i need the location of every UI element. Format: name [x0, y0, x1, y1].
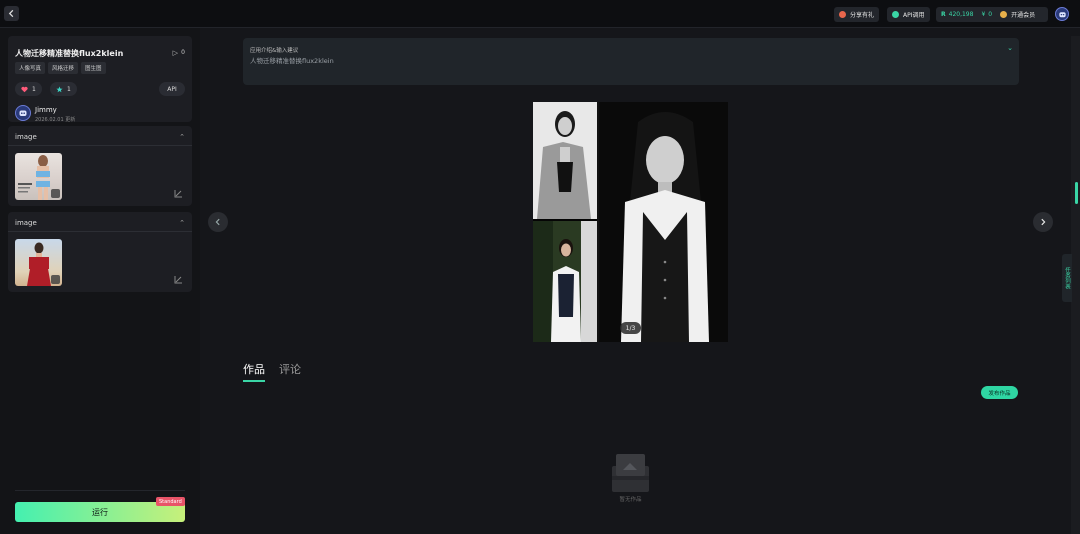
gift-icon	[839, 11, 846, 18]
task-list-tab[interactable]: 任务列表	[1062, 254, 1072, 302]
member-label: 开通会员	[1011, 12, 1036, 19]
tag-portrait[interactable]: 人像写真	[15, 62, 46, 74]
next-arrow-button[interactable]	[1033, 212, 1053, 232]
chevron-up-icon[interactable]: ⌃	[179, 219, 185, 227]
prev-arrow-button[interactable]	[208, 212, 228, 232]
yen-icon: ¥	[981, 11, 986, 18]
image-input-section-2: image ⌃	[8, 212, 192, 292]
tag-style-transfer[interactable]: 风格迁移	[48, 62, 79, 74]
content-tabs: 作品 评论	[243, 361, 301, 382]
scrollbar-track[interactable]	[1071, 36, 1080, 534]
share-button[interactable]: 分享有礼	[834, 7, 880, 22]
heart-icon	[21, 86, 28, 92]
publish-button[interactable]: 发布作品	[981, 386, 1018, 399]
robot-avatar-icon	[1058, 11, 1066, 17]
input-image-thumbnail[interactable]	[15, 153, 62, 200]
robot-avatar-icon	[19, 110, 27, 116]
model-info-card: 人物迁移精准替换flux2klein ▷ 0 人像写真 风格迁移 图生图 1 1…	[8, 36, 192, 123]
result-image	[533, 102, 728, 342]
star-button[interactable]: 1	[50, 82, 77, 96]
delete-image-icon[interactable]	[51, 275, 60, 284]
chevron-left-icon	[215, 218, 220, 226]
intro-text: 人物迁移精准替换flux2klein	[250, 57, 334, 65]
section-title: image	[15, 133, 37, 141]
intro-panel: 应用介绍&输入建议 人物迁移精准替换flux2klein ⌄	[243, 38, 1019, 85]
like-count: 1	[32, 85, 36, 93]
left-panel: 人物迁移精准替换flux2klein ▷ 0 人像写真 风格迁移 图生图 1 1…	[0, 28, 200, 534]
chevron-up-icon[interactable]: ⌃	[179, 133, 185, 141]
back-button[interactable]	[4, 6, 19, 21]
scrollbar-thumb[interactable]	[1075, 182, 1078, 204]
input-image-thumbnail[interactable]	[15, 239, 62, 286]
api-call-button[interactable]: API调用	[887, 7, 930, 22]
play-count: 0	[181, 49, 185, 56]
model-title: 人物迁移精准替换flux2klein	[15, 49, 124, 58]
api-label: API调用	[903, 12, 925, 19]
delete-image-icon[interactable]	[51, 189, 60, 198]
api-button[interactable]: API	[159, 82, 185, 96]
tag-img2img[interactable]: 图生图	[81, 62, 106, 74]
empty-state-text: 暂无作品	[619, 497, 642, 503]
result-image-gallery[interactable]	[533, 102, 728, 342]
api-icon	[892, 11, 899, 18]
standard-badge: Standard	[156, 497, 185, 506]
author-name[interactable]: Jimmy	[35, 106, 57, 114]
like-button[interactable]: 1	[15, 82, 42, 96]
section-header[interactable]: image ⌃	[8, 212, 192, 232]
image-input-section-1: image ⌃	[8, 126, 192, 206]
chevron-left-icon	[8, 9, 14, 18]
chevron-right-icon	[1041, 218, 1046, 226]
account-balance[interactable]: R 420,198 ¥ 0 开通会员	[936, 7, 1048, 22]
tag-list: 人像写真 风格迁移 图生图	[15, 62, 106, 74]
page-indicator: 1/3	[620, 322, 641, 334]
top-bar: 分享有礼 API调用 R 420,198 ¥ 0 开通会员	[0, 0, 1080, 28]
update-date: 2026.02.01 更新	[35, 117, 76, 123]
yen-balance: 0	[988, 11, 993, 18]
crown-icon	[1000, 11, 1008, 18]
share-label: 分享有礼	[850, 12, 875, 19]
section-header[interactable]: image ⌃	[8, 126, 192, 146]
star-count: 1	[67, 85, 71, 93]
author-avatar[interactable]	[15, 105, 31, 121]
play-icon: ▷	[172, 49, 178, 57]
expand-chevron-icon[interactable]: ⌄	[1007, 44, 1013, 52]
crop-edit-icon[interactable]	[173, 189, 183, 199]
run-divider	[15, 490, 185, 491]
intro-heading: 应用介绍&输入建议	[250, 48, 299, 54]
user-avatar[interactable]	[1055, 7, 1069, 21]
star-icon	[56, 86, 63, 92]
empty-box-icon	[612, 454, 649, 492]
tab-comments[interactable]: 评论	[279, 361, 301, 382]
tab-works[interactable]: 作品	[243, 361, 265, 382]
coin-balance: 420,198	[948, 11, 974, 18]
section-title: image	[15, 219, 37, 227]
coin-icon: R	[941, 11, 946, 18]
crop-edit-icon[interactable]	[173, 275, 183, 285]
